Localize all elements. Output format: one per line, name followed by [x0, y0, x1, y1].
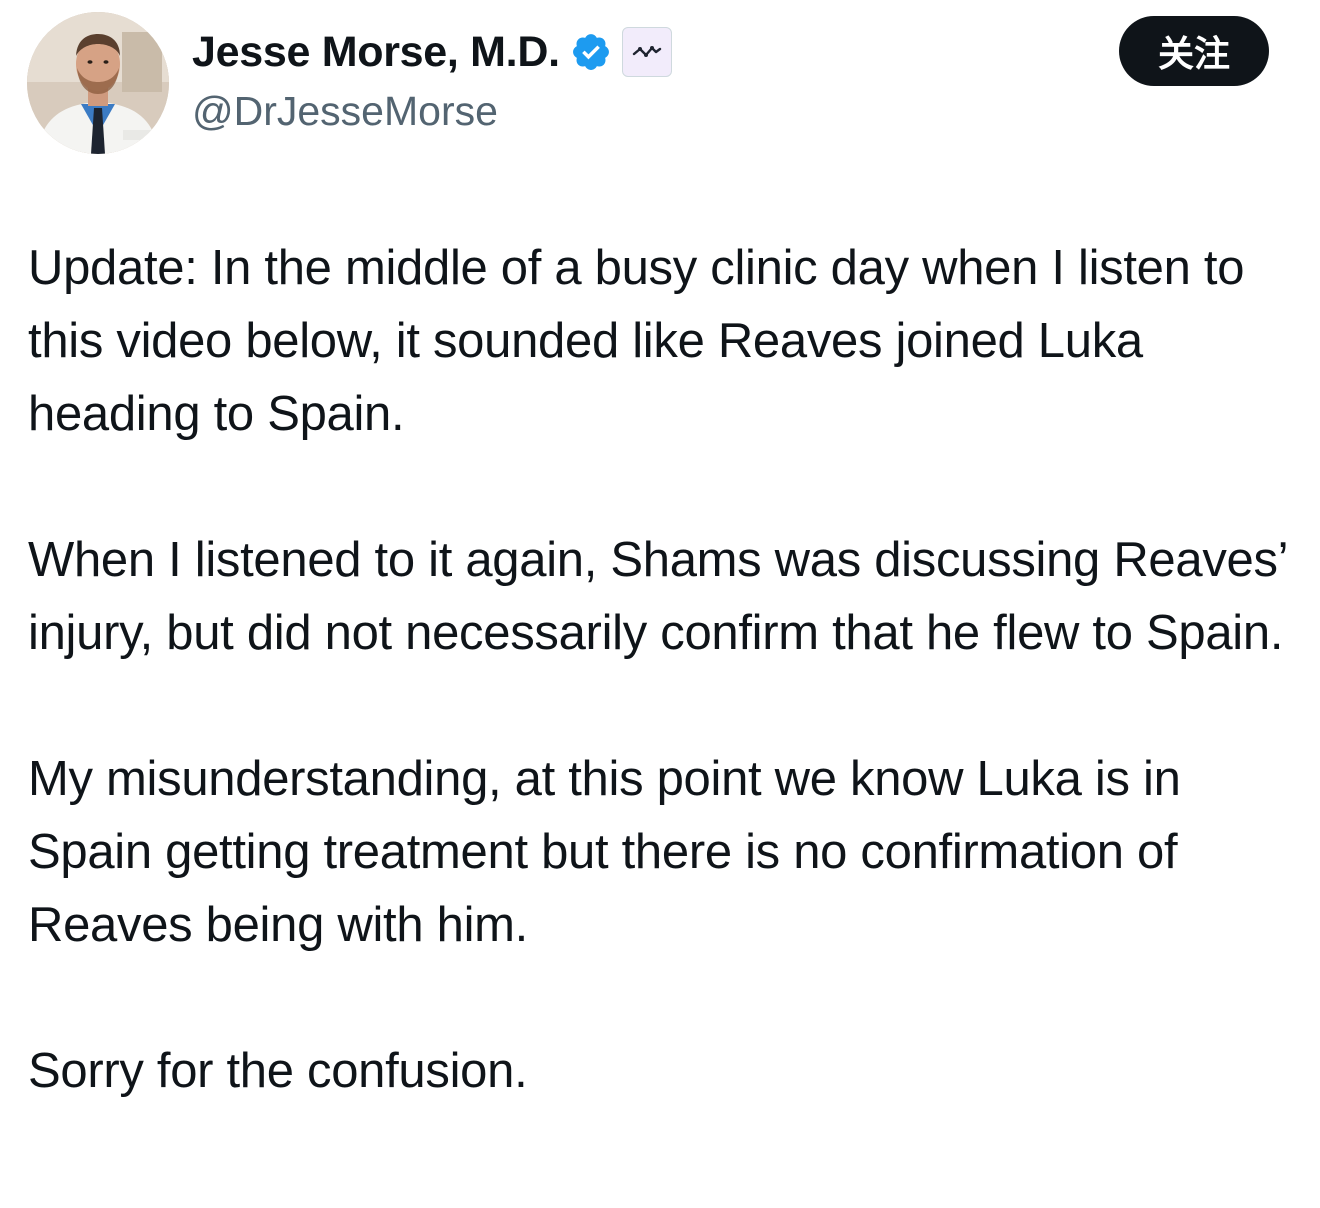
- profile-photo: [27, 12, 169, 154]
- author-name-row: Jesse Morse, M.D.: [192, 24, 672, 80]
- follow-button[interactable]: 关注: [1119, 16, 1269, 86]
- author-handle[interactable]: @DrJesseMorse: [192, 88, 498, 135]
- affiliate-badge-icon[interactable]: [621, 27, 672, 77]
- tweet-paragraph: When I listened to it again, Shams was d…: [28, 533, 1287, 660]
- avatar[interactable]: [27, 12, 169, 154]
- tweet-paragraph: My misunderstanding, at this point we kn…: [28, 752, 1181, 952]
- tweet-paragraph: Update: In the middle of a busy clinic d…: [28, 241, 1245, 441]
- tweet-paragraph: Sorry for the confusion.: [28, 1044, 528, 1098]
- author-display-name[interactable]: Jesse Morse, M.D.: [192, 28, 560, 77]
- tweet-card: Jesse Morse, M.D. @DrJesseMorse 关注 Updat…: [0, 0, 1320, 1208]
- tweet-text: Update: In the middle of a busy clinic d…: [28, 232, 1298, 1108]
- verified-badge-icon: [570, 31, 612, 73]
